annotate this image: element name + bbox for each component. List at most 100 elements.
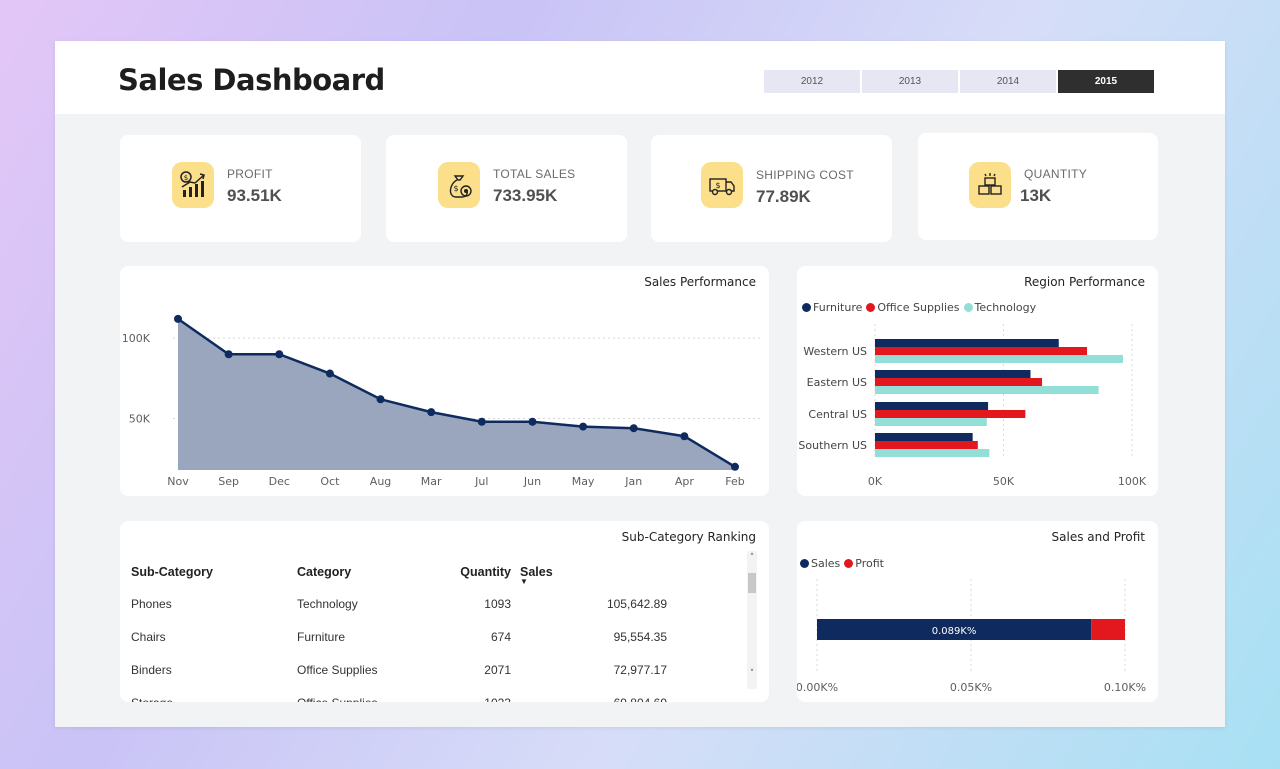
y-tick-label: 100K <box>122 332 151 345</box>
sub-category-ranking-card: Sub-Category Ranking Sub-Category Catego… <box>120 521 769 702</box>
region-performance-chart: 0K 50K 100K Western US Eastern US Central US S… <box>798 324 1147 488</box>
data-point <box>427 408 436 417</box>
column-header-category[interactable]: Category <box>296 557 438 587</box>
dashboard-header: Sales Dashboard 2012 2013 2014 2015 <box>55 41 1225 114</box>
table-row[interactable]: StorageOffice Supplies102369,804.69 <box>130 686 671 703</box>
cell-category: Office Supplies <box>296 686 438 703</box>
sort-descending-icon: ▼ <box>520 577 528 586</box>
sales-performance-card: Sales Performance 50K 100K Nov Sep Dec Oct Aug… <box>120 266 769 496</box>
data-point <box>528 417 537 426</box>
scroll-down-icon[interactable]: ˅ <box>747 669 757 679</box>
column-header-sub-category[interactable]: Sub-Category <box>130 557 296 587</box>
bar-technology <box>875 386 1099 394</box>
data-point <box>224 350 233 359</box>
scroll-up-icon[interactable]: ˄ <box>747 553 757 563</box>
cell-quantity: 1093 <box>484 596 511 611</box>
kpi-card-total-sales: $ TOTAL SALES 733.95K <box>386 135 627 242</box>
page-title: Sales Dashboard <box>118 63 385 97</box>
x-tick-label: Dec <box>269 475 290 488</box>
x-tick-label: 50K <box>993 475 1015 488</box>
kpi-label: PROFIT <box>227 167 273 181</box>
x-tick-label: Apr <box>675 475 695 488</box>
column-header-quantity[interactable]: Quantity <box>438 557 519 587</box>
kpi-card-quantity: QUANTITY 13K <box>918 133 1158 240</box>
cell-quantity: 1023 <box>438 686 519 703</box>
year-button-2013[interactable]: 2013 <box>862 70 958 93</box>
bar-technology <box>875 355 1124 363</box>
x-tick-label: 100K <box>1118 475 1147 488</box>
delivery-truck-icon: $ <box>701 162 743 208</box>
sales-and-profit-card: Sales and Profit Sales Profit 0.00K% 0.05… <box>797 521 1158 702</box>
cell-category: Office Supplies <box>297 662 378 677</box>
bar-furniture <box>875 370 1031 378</box>
sales-profit-chart: 0.00K% 0.05K% 0.10K% 0.089K% <box>797 579 1146 694</box>
year-button-2014[interactable]: 2014 <box>960 70 1056 93</box>
bar-profit <box>1091 619 1125 640</box>
y-tick-label: 50K <box>129 413 151 426</box>
x-tick-label: Jul <box>474 475 488 488</box>
kpi-label: QUANTITY <box>1024 167 1088 181</box>
category-label: Western US <box>803 345 867 358</box>
cell-category: Furniture <box>297 629 346 644</box>
kpi-card-shipping-cost: $ SHIPPING COST 77.89K <box>651 135 892 242</box>
data-point <box>731 462 739 471</box>
table-body: Phones Technology 1093 105,642.89 Chairs Furn… <box>130 587 671 703</box>
x-tick-label: Oct <box>320 475 340 488</box>
data-point <box>376 395 385 404</box>
kpi-value: 77.89K <box>756 187 811 206</box>
category-label: Central US <box>808 408 867 421</box>
year-button-2012[interactable]: 2012 <box>764 70 860 93</box>
scroll-thumb[interactable] <box>748 573 756 593</box>
data-point <box>579 422 588 431</box>
bar-furniture <box>875 339 1059 347</box>
bar-office-supplies <box>875 347 1088 355</box>
cell-sub-category: Chairs <box>131 629 166 644</box>
x-tick-label: Nov <box>167 475 189 488</box>
ranking-table: Sub-Category Category Quantity Sales ▼ P… <box>130 557 671 702</box>
money-bag-icon: $ <box>438 162 480 208</box>
x-tick-label: Mar <box>421 475 442 488</box>
bar-technology <box>875 418 987 426</box>
kpi-label: SHIPPING COST <box>756 168 854 182</box>
table-row[interactable]: Chairs Furniture 674 95,554.35 <box>130 620 671 653</box>
table-row[interactable]: Binders Office Supplies 2071 72,977.17 <box>130 653 671 686</box>
bar-furniture <box>875 402 989 410</box>
data-point <box>477 417 486 426</box>
kpi-value: 93.51K <box>227 186 282 205</box>
cell-sales: 72,977.17 <box>613 662 667 677</box>
bar-furniture <box>875 433 973 441</box>
table-header-row: Sub-Category Category Quantity Sales ▼ <box>130 557 671 587</box>
bar-office-supplies <box>875 378 1043 386</box>
year-button-2015[interactable]: 2015 <box>1058 70 1154 93</box>
bar-office-supplies <box>875 441 978 449</box>
x-tick-label: 0.05K% <box>950 681 992 694</box>
cell-category: Technology <box>297 596 358 611</box>
bar-office-supplies <box>875 410 1026 418</box>
data-point <box>629 424 638 433</box>
svg-text:$: $ <box>715 181 720 190</box>
dashboard-frame: Sales Dashboard 2012 2013 2014 2015 $ PR… <box>55 41 1225 727</box>
bar-technology <box>875 449 990 457</box>
cell-quantity: 2071 <box>484 662 511 677</box>
table-scrollbar[interactable]: ˄ ˅ <box>747 551 757 689</box>
cell-sub-category: Phones <box>131 596 172 611</box>
boxes-icon <box>969 162 1011 208</box>
data-point <box>174 314 182 323</box>
category-label: Eastern US <box>807 376 867 389</box>
column-header-sales[interactable]: Sales ▼ <box>519 557 671 587</box>
kpi-value: 13K <box>1020 186 1052 205</box>
data-label: 0.089K% <box>932 626 977 637</box>
cell-sales: 69,804.69 <box>519 686 671 703</box>
region-performance-card: Region Performance Furniture Office Supp… <box>797 266 1158 496</box>
year-slicer: 2012 2013 2014 2015 <box>764 70 1156 93</box>
cell-sub-category: Binders <box>131 662 172 677</box>
kpi-card-profit: $ PROFIT 93.51K <box>120 135 361 242</box>
x-tick-label: Sep <box>218 475 239 488</box>
cell-sales: 105,642.89 <box>606 596 667 611</box>
kpi-value: 733.95K <box>493 186 558 205</box>
sales-performance-chart: 50K 100K Nov Sep Dec Oct Aug Mar Jul Jun May Jan Apr… <box>122 314 760 488</box>
profit-chart-icon: $ <box>172 162 214 208</box>
cell-sales: 95,554.35 <box>613 629 667 644</box>
table-title: Sub-Category Ranking <box>621 530 756 544</box>
table-row[interactable]: Phones Technology 1093 105,642.89 <box>130 587 671 620</box>
